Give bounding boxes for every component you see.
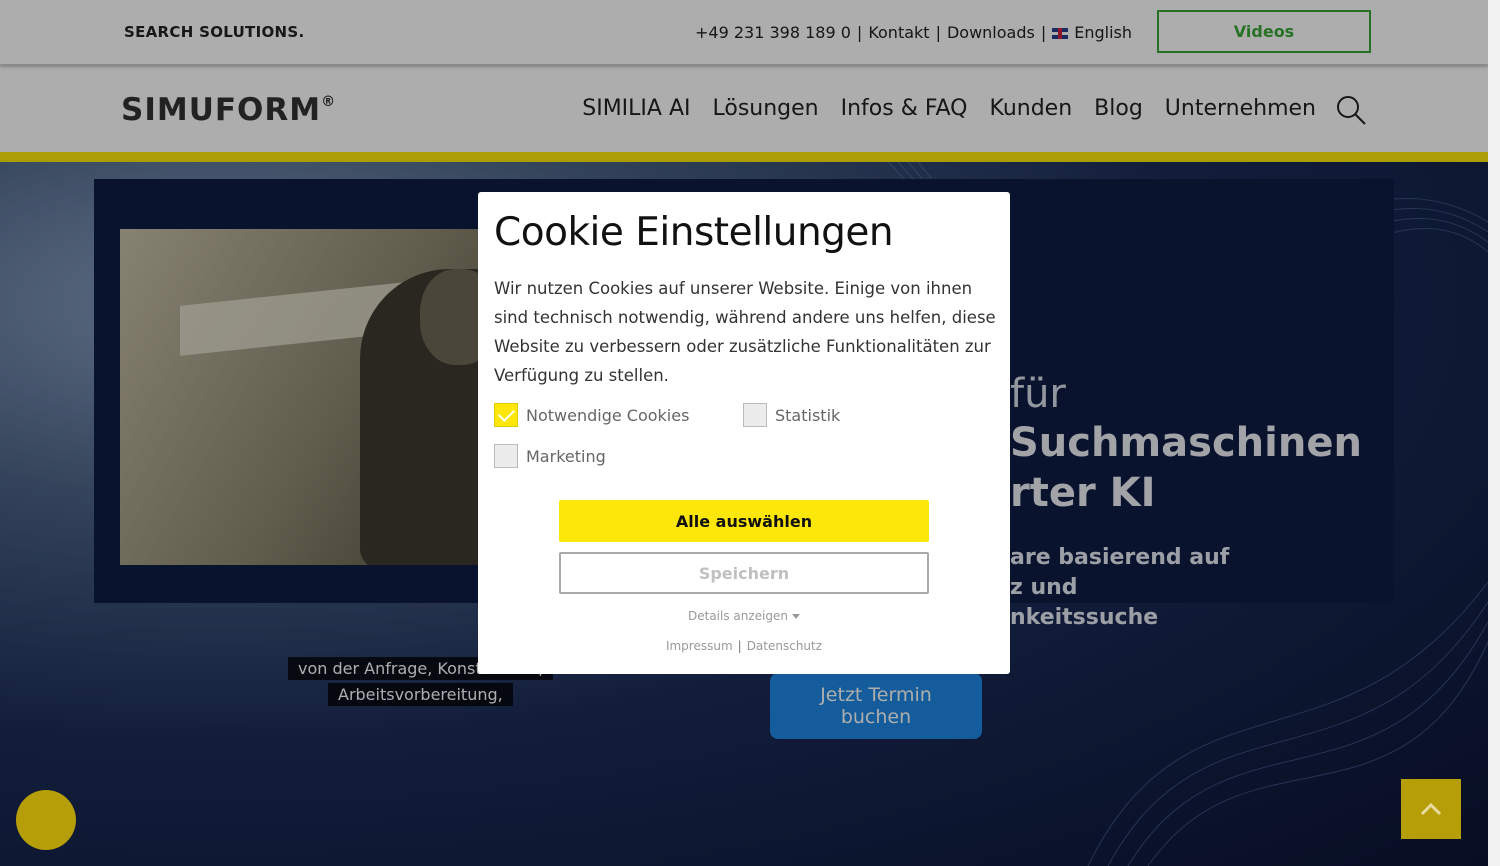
cookie-settings-fab[interactable]	[16, 790, 76, 850]
cookie-consent-dialog: Cookie Einstellungen Wir nutzen Cookies …	[478, 192, 1010, 674]
show-details-toggle[interactable]: Details anzeigen	[478, 609, 1010, 623]
select-all-button[interactable]: Alle auswählen	[559, 500, 929, 542]
chevron-up-icon	[1420, 802, 1442, 816]
necessary-cookies-option[interactable]: Notwendige Cookies	[494, 403, 689, 427]
statistics-cookies-option[interactable]: Statistik	[743, 403, 840, 427]
necessary-cookies-checkbox[interactable]	[494, 403, 518, 427]
marketing-cookies-option[interactable]: Marketing	[494, 444, 606, 468]
statistics-cookies-label: Statistik	[775, 405, 841, 425]
marketing-cookies-label: Marketing	[526, 446, 606, 466]
page-scrollbar[interactable]	[1488, 0, 1500, 866]
show-details-label: Details anzeigen	[688, 609, 788, 623]
datenschutz-link[interactable]: Datenschutz	[747, 639, 822, 653]
necessary-cookies-label: Notwendige Cookies	[526, 405, 690, 425]
cookie-dialog-description: Wir nutzen Cookies auf unserer Website. …	[494, 279, 996, 385]
save-button[interactable]: Speichern	[559, 552, 929, 594]
statistics-cookies-checkbox[interactable]	[743, 403, 767, 427]
legal-links: Impressum | Datenschutz	[478, 639, 1010, 653]
cookie-dialog-title: Cookie Einstellungen	[494, 210, 894, 255]
legal-separator: |	[737, 639, 742, 653]
caret-down-icon	[792, 614, 800, 619]
scroll-to-top-button[interactable]	[1401, 779, 1461, 839]
marketing-cookies-checkbox[interactable]	[494, 444, 518, 468]
impressum-link[interactable]: Impressum	[666, 639, 733, 653]
